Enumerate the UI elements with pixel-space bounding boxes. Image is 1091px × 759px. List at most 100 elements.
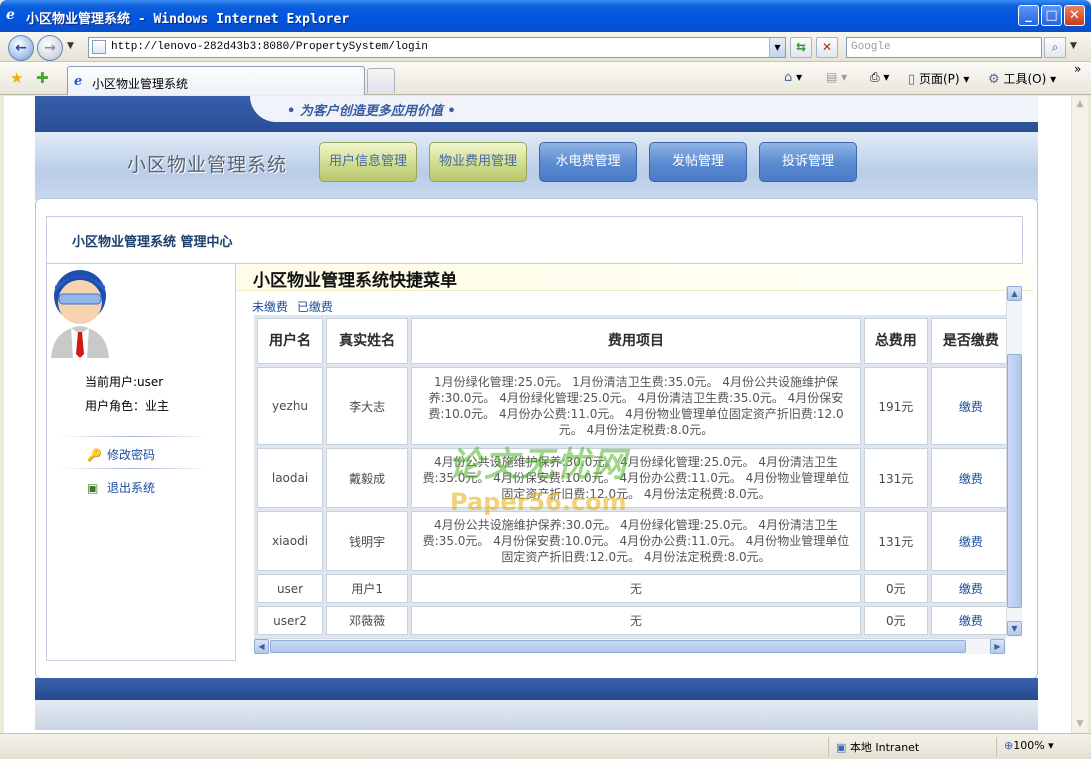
- forward-button[interactable]: →: [37, 35, 63, 61]
- cell-realname: 邓薇薇: [326, 606, 409, 635]
- pay-link[interactable]: 缴费: [959, 535, 983, 549]
- status-bar: ▣ 本地 Intranet ⊕100% ▾: [0, 733, 1091, 759]
- zoom-control[interactable]: ⊕100% ▾: [1004, 739, 1054, 752]
- fees-table-container[interactable]: 用户名 真实姓名 费用项目 总费用 是否缴费 yezhu 李大志 1月份绿化管理…: [254, 315, 1006, 638]
- close-button[interactable]: ✕: [1064, 5, 1085, 26]
- site-header: 小区物业管理系统 用户信息管理 物业费用管理 水电费管理 发帖管理 投诉管理: [35, 132, 1038, 200]
- history-dropdown-icon[interactable]: ▼: [67, 41, 74, 51]
- print-icon[interactable]: ⎙ ▾: [870, 70, 889, 85]
- feeds-icon[interactable]: ▤ ▾: [826, 70, 847, 84]
- search-options-icon[interactable]: ▼: [1070, 41, 1077, 51]
- filter-unpaid-link[interactable]: 未缴费: [252, 300, 288, 314]
- tab-ie-icon: e: [74, 74, 83, 89]
- table-horizontal-scrollbar[interactable]: ◀ ▶: [254, 638, 1006, 654]
- refresh-button[interactable]: ⇆: [790, 37, 812, 58]
- user-avatar-icon: [51, 270, 109, 358]
- cell-action: 缴费: [930, 367, 1006, 445]
- zone-label: 本地 Intranet: [849, 741, 920, 754]
- scroll-down-icon[interactable]: ▼: [1007, 621, 1022, 636]
- address-url[interactable]: http://lenovo-282d43b3:8080/PropertySyst…: [111, 41, 428, 53]
- nav-property-fees[interactable]: 物业费用管理: [429, 142, 527, 182]
- cell-total: 131元: [863, 511, 928, 571]
- nav-user-info[interactable]: 用户信息管理: [319, 142, 417, 182]
- cell-action: 缴费: [930, 574, 1006, 603]
- main-frame: 小区物业管理系统 管理中心 当前用户:user 用户角色：业主 🔑 修改密码 ▣…: [35, 198, 1038, 679]
- site-footer-bar: [35, 678, 1038, 700]
- site-slogan: • 为客户创造更多应用价值 •: [287, 104, 456, 119]
- col-paid: 是否缴费: [930, 318, 1006, 364]
- page-vertical-scrollbar[interactable]: ▲ ▼: [1071, 96, 1088, 733]
- table-row: yezhu 李大志 1月份绿化管理:25.0元。 1月份清洁卫生费:35.0元。…: [257, 367, 1006, 445]
- cell-username: xiaodi: [257, 511, 324, 571]
- search-input[interactable]: Google: [846, 37, 1042, 58]
- command-bar: ★ ✚ e 小区物业管理系统 ⌂ ▾ ▤ ▾ ⎙ ▾ ▯ 页面(P) ▾ ⚙ 工…: [0, 62, 1091, 95]
- tools-menu[interactable]: ⚙ 工具(O) ▾: [988, 70, 1056, 87]
- page-menu[interactable]: ▯ 页面(P) ▾: [908, 70, 969, 87]
- logout-link[interactable]: ▣ 退出系统: [87, 479, 155, 496]
- logout-label: 退出系统: [107, 481, 156, 495]
- change-password-link[interactable]: 🔑 修改密码: [87, 446, 155, 463]
- key-icon: 🔑: [87, 448, 102, 462]
- pay-link[interactable]: 缴费: [959, 472, 983, 486]
- scroll-thumb[interactable]: [1007, 354, 1022, 608]
- quick-menu-title: 小区物业管理系统快捷菜单: [253, 271, 457, 291]
- user-sidebar: 当前用户:user 用户角色：业主 🔑 修改密码 ▣ 退出系统: [46, 264, 236, 661]
- address-dropdown-icon[interactable]: ▼: [769, 38, 785, 57]
- back-button[interactable]: ←: [8, 35, 34, 61]
- search-button[interactable]: ⌕: [1044, 37, 1066, 58]
- scroll-right-icon[interactable]: ▶: [990, 639, 1005, 654]
- col-total: 总费用: [863, 318, 928, 364]
- page-scroll-up-icon[interactable]: ▲: [1072, 96, 1088, 113]
- pay-link[interactable]: 缴费: [959, 582, 983, 596]
- h-scroll-thumb[interactable]: [270, 640, 966, 653]
- address-toolbar: ← → ▼ http://lenovo-282d43b3:8080/Proper…: [0, 32, 1091, 62]
- change-password-label: 修改密码: [107, 448, 156, 462]
- cell-items: 4月份公共设施维护保养:30.0元。 4月份绿化管理:25.0元。 4月份清洁卫…: [411, 511, 861, 571]
- favorites-star-icon[interactable]: ★: [10, 69, 23, 87]
- admin-center-title: 小区物业管理系统 管理中心: [72, 235, 233, 250]
- security-zone[interactable]: ▣ 本地 Intranet: [836, 739, 919, 755]
- nav-utility-fees[interactable]: 水电费管理: [539, 142, 637, 182]
- cell-username: yezhu: [257, 367, 324, 445]
- cell-username: laodai: [257, 448, 324, 508]
- home-icon[interactable]: ⌂ ▾: [784, 70, 802, 85]
- cell-total: 0元: [863, 606, 928, 635]
- window-title: 小区物业管理系统 - Windows Internet Explorer: [26, 12, 350, 27]
- stop-button[interactable]: ✕: [816, 37, 838, 58]
- maximize-button[interactable]: □: [1041, 5, 1062, 26]
- address-bar[interactable]: http://lenovo-282d43b3:8080/PropertySyst…: [88, 37, 786, 58]
- zoom-level: 100%: [1013, 739, 1045, 752]
- search-placeholder: Google: [851, 41, 891, 53]
- ie-window: e 小区物业管理系统 - Windows Internet Explorer _…: [0, 0, 1091, 759]
- scroll-left-icon[interactable]: ◀: [254, 639, 269, 654]
- minimize-button[interactable]: _: [1018, 5, 1039, 26]
- quick-menu-header: 小区物业管理系统快捷菜单: [237, 264, 1033, 291]
- table-row: laodai 戴毅成 4月份公共设施维护保养:30.0元。 4月份绿化管理:25…: [257, 448, 1006, 508]
- nav-complaints[interactable]: 投诉管理: [759, 142, 857, 182]
- ie-logo-icon: e: [6, 7, 15, 23]
- tab-current[interactable]: e 小区物业管理系统: [67, 66, 365, 95]
- current-user-label: 当前用户:user: [85, 375, 164, 389]
- filter-paid-link[interactable]: 已缴费: [297, 300, 333, 314]
- page-menu-label: 页面(P): [918, 72, 960, 86]
- pay-link[interactable]: 缴费: [959, 614, 983, 628]
- nav-posts[interactable]: 发帖管理: [649, 142, 747, 182]
- sidebar-divider: [59, 468, 209, 469]
- cell-realname: 钱明宇: [326, 511, 409, 571]
- table-row: xiaodi 钱明宇 4月份公共设施维护保养:30.0元。 4月份绿化管理:25…: [257, 511, 1006, 571]
- pay-link[interactable]: 缴费: [959, 400, 983, 414]
- cell-items: 无: [411, 574, 861, 603]
- new-tab-button[interactable]: [367, 68, 395, 93]
- payment-filters: 未缴费 已缴费: [252, 298, 338, 315]
- admin-center-header: 小区物业管理系统 管理中心: [46, 216, 1023, 264]
- more-commands-icon[interactable]: »: [1074, 62, 1081, 76]
- scroll-up-icon[interactable]: ▲: [1007, 286, 1022, 301]
- status-divider: [996, 737, 997, 757]
- page-scroll-down-icon[interactable]: ▼: [1072, 716, 1088, 733]
- add-favorite-icon[interactable]: ✚: [36, 69, 49, 87]
- tools-menu-label: 工具(O): [1003, 72, 1047, 86]
- table-vertical-scrollbar[interactable]: ▲ ▼: [1006, 286, 1022, 637]
- cell-total: 0元: [863, 574, 928, 603]
- tab-label: 小区物业管理系统: [92, 77, 189, 91]
- cell-username: user2: [257, 606, 324, 635]
